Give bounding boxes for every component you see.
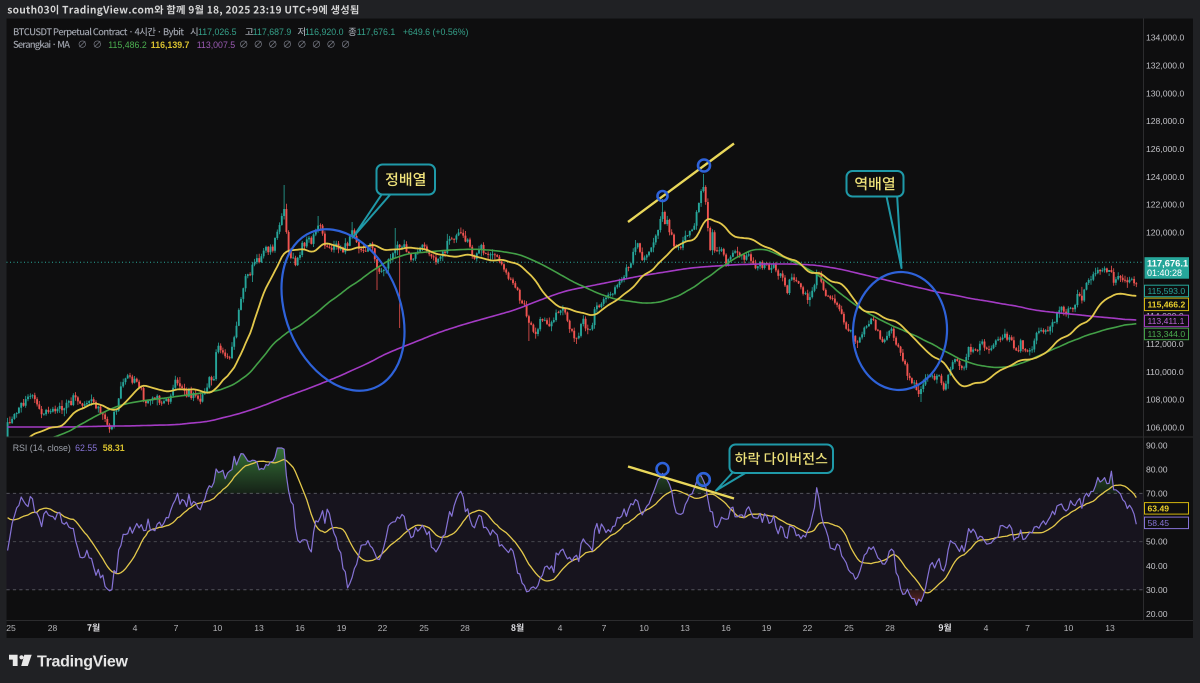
svg-text:126,000.0: 126,000.0: [1146, 144, 1184, 154]
svg-text:01:40:28: 01:40:28: [1147, 268, 1182, 278]
svg-text:TradingView: TradingView: [37, 654, 129, 671]
svg-text:117,026.5: 117,026.5: [198, 27, 237, 37]
svg-text:7: 7: [602, 623, 607, 633]
svg-text:110,000.0: 110,000.0: [1146, 367, 1184, 377]
svg-text:58.31: 58.31: [103, 443, 125, 453]
svg-text:4: 4: [133, 623, 138, 633]
svg-text:10: 10: [213, 623, 223, 633]
svg-text:128,000.0: 128,000.0: [1146, 116, 1184, 126]
svg-text:124,000.0: 124,000.0: [1146, 172, 1184, 182]
svg-text:19: 19: [762, 623, 772, 633]
svg-text:108,000.0: 108,000.0: [1146, 395, 1184, 405]
svg-text:25: 25: [844, 623, 854, 633]
svg-text:22: 22: [803, 623, 813, 633]
svg-text:25: 25: [6, 623, 16, 633]
svg-text:116,920.0: 116,920.0: [305, 27, 344, 37]
svg-text:RSI (14, close): RSI (14, close): [13, 443, 71, 453]
svg-text:106,000.0: 106,000.0: [1146, 423, 1184, 433]
svg-text:7: 7: [1025, 623, 1030, 633]
svg-text:22: 22: [378, 623, 388, 633]
svg-text:113,007.5: 113,007.5: [197, 40, 236, 50]
svg-text:90.00: 90.00: [1146, 440, 1168, 450]
svg-text:117,676.1: 117,676.1: [1147, 257, 1188, 268]
svg-text:10: 10: [639, 623, 649, 633]
svg-text:4: 4: [984, 623, 989, 633]
svg-text:50.00: 50.00: [1146, 537, 1168, 547]
svg-text:19: 19: [337, 623, 347, 633]
svg-text:80.00: 80.00: [1146, 464, 1168, 474]
svg-text:122,000.0: 122,000.0: [1146, 200, 1184, 210]
svg-text:132,000.0: 132,000.0: [1146, 60, 1184, 70]
svg-text:117,687.9: 117,687.9: [253, 27, 292, 37]
svg-text:115,466.2: 115,466.2: [1148, 299, 1186, 309]
svg-text:20.00: 20.00: [1146, 609, 1168, 619]
svg-text:62.55: 62.55: [75, 443, 97, 453]
svg-text:28: 28: [460, 623, 470, 633]
svg-text:10: 10: [1064, 623, 1074, 633]
svg-text:25: 25: [419, 623, 429, 633]
svg-text:13: 13: [254, 623, 264, 633]
svg-text:113,344.0: 113,344.0: [1148, 329, 1186, 339]
svg-text:16: 16: [721, 623, 731, 633]
svg-text:70.00: 70.00: [1146, 489, 1168, 499]
svg-text:117,676.1: 117,676.1: [357, 27, 396, 37]
svg-text:4: 4: [558, 623, 563, 633]
svg-text:130,000.0: 130,000.0: [1146, 88, 1184, 98]
svg-text:7: 7: [174, 623, 179, 633]
svg-text:112,000.0: 112,000.0: [1146, 339, 1184, 349]
svg-text:115,486.2: 115,486.2: [108, 40, 147, 50]
svg-text:115,593.0: 115,593.0: [1148, 286, 1186, 296]
svg-text:13: 13: [680, 623, 690, 633]
svg-text:28: 28: [885, 623, 895, 633]
svg-text:58.45: 58.45: [1148, 518, 1170, 528]
svg-text:134,000.0: 134,000.0: [1146, 33, 1184, 43]
svg-text:+649.6 (+0.56%): +649.6 (+0.56%): [403, 27, 469, 37]
svg-text:40.00: 40.00: [1146, 561, 1168, 571]
svg-text:120,000.0: 120,000.0: [1146, 228, 1184, 238]
svg-text:113,411.1: 113,411.1: [1148, 316, 1185, 326]
svg-text:28: 28: [48, 623, 58, 633]
svg-text:116,139.7: 116,139.7: [151, 40, 190, 50]
svg-text:63.49: 63.49: [1148, 504, 1170, 514]
svg-text:13: 13: [1105, 623, 1115, 633]
svg-text:30.00: 30.00: [1146, 585, 1168, 595]
svg-text:16: 16: [295, 623, 305, 633]
